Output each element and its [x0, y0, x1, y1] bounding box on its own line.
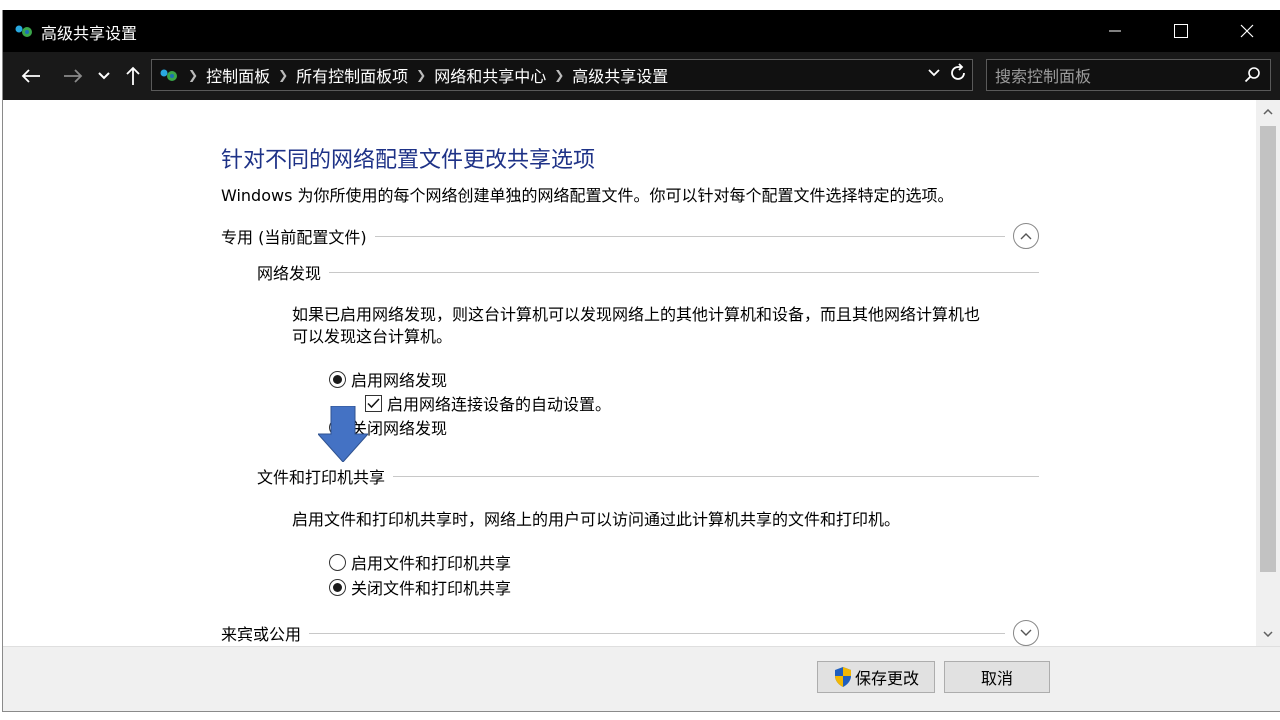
- arrow-up-icon: [126, 66, 140, 85]
- profile-private-label: 专用 (当前配置文件): [221, 228, 367, 247]
- radio-label: 关闭文件和打印机共享: [351, 579, 512, 598]
- divider: [329, 271, 1039, 273]
- radio-selected-dot: [333, 374, 342, 384]
- breadcrumb-separator-icon[interactable]: ❯: [278, 68, 288, 82]
- collapse-private-button[interactable]: [1013, 223, 1039, 249]
- checkbox-label: 启用网络连接设备的自动设置。: [387, 395, 612, 414]
- radio-button[interactable]: [329, 553, 346, 571]
- window-title: 高级共享设置: [41, 24, 138, 43]
- network-location-icon: [160, 69, 177, 81]
- breadcrumb[interactable]: ❯ 控制面板 ❯ 所有控制面板项 ❯ 网络和共享中心 ❯ 高级共享设置: [151, 59, 973, 91]
- radio-file-sharing-off[interactable]: 关闭文件和打印机共享: [329, 575, 511, 599]
- page-title: 针对不同的网络配置文件更改共享选项: [221, 148, 596, 173]
- up-button[interactable]: [121, 62, 145, 90]
- minimize-icon: [1109, 30, 1121, 32]
- breadcrumb-item-control-panel[interactable]: 控制面板: [206, 63, 270, 87]
- arrow-left-icon: [21, 69, 40, 83]
- search-input[interactable]: [987, 60, 1237, 92]
- maximize-button[interactable]: [1148, 10, 1214, 52]
- chevron-up-icon: [1020, 233, 1032, 240]
- refresh-icon[interactable]: [948, 62, 968, 84]
- profile-guest-label: 来宾或公用: [221, 625, 302, 644]
- profile-private-header[interactable]: 专用 (当前配置文件): [221, 223, 1039, 249]
- footer-bar: 保存更改 取消: [3, 646, 1280, 711]
- radio-label: 启用文件和打印机共享: [351, 554, 512, 573]
- search-icon[interactable]: [1244, 66, 1262, 84]
- minimize-button[interactable]: [1082, 10, 1148, 52]
- radio-network-discovery-off[interactable]: 关闭网络发现: [329, 415, 447, 439]
- divider: [309, 632, 1005, 634]
- radio-label: 启用网络发现: [351, 371, 448, 390]
- divider: [393, 475, 1039, 477]
- page-description: Windows 为你所使用的每个网络创建单独的网络配置文件。你可以针对每个配置文…: [221, 186, 954, 205]
- file-printer-sharing-header: 文件和打印机共享: [257, 464, 1039, 488]
- recent-locations-button[interactable]: [95, 62, 113, 90]
- chevron-down-icon: [98, 72, 110, 80]
- network-discovery-header: 网络发现: [257, 260, 1039, 284]
- back-button[interactable]: [17, 62, 45, 90]
- desktop-strip: [0, 0, 1280, 10]
- save-button-label: 保存更改: [854, 669, 919, 688]
- search-box[interactable]: [986, 59, 1271, 92]
- close-icon: [1240, 24, 1254, 38]
- arrow-right-icon: [64, 69, 83, 83]
- breadcrumb-item-network-center[interactable]: 网络和共享中心: [434, 63, 546, 87]
- cancel-button-label: 取消: [980, 669, 1013, 688]
- radio-network-discovery-on[interactable]: 启用网络发现: [329, 367, 447, 391]
- radio-label: 关闭网络发现: [351, 419, 448, 438]
- radio-file-sharing-on[interactable]: 启用文件和打印机共享: [329, 550, 511, 574]
- settings-content: 针对不同的网络配置文件更改共享选项 Windows 为你所使用的每个网络创建单独…: [3, 100, 1255, 646]
- chevron-down-icon: [1263, 631, 1273, 637]
- scrollbar-thumb[interactable]: [1260, 126, 1276, 572]
- breadcrumb-item-all-items[interactable]: 所有控制面板项: [296, 63, 408, 87]
- network-app-icon: [15, 25, 32, 37]
- file-printer-sharing-label: 文件和打印机共享: [257, 468, 386, 487]
- chevron-up-icon: [1263, 109, 1273, 115]
- profile-guest-header[interactable]: 来宾或公用: [221, 620, 1039, 646]
- radio-button[interactable]: [329, 418, 346, 436]
- network-discovery-desc-line1: 如果已启用网络发现，则这台计算机可以发现网络上的其他计算机和设备，而且其他网络计…: [292, 305, 981, 324]
- breadcrumb-separator-icon[interactable]: ❯: [554, 68, 564, 82]
- file-printer-sharing-description: 启用文件和打印机共享时，网络上的用户可以访问通过此计算机共享的文件和打印机。: [292, 510, 901, 529]
- breadcrumb-separator-icon[interactable]: ❯: [416, 68, 426, 82]
- scroll-up-button[interactable]: [1256, 100, 1280, 124]
- breadcrumb-separator-icon[interactable]: ❯: [188, 68, 198, 82]
- cancel-button[interactable]: 取消: [944, 661, 1050, 693]
- expand-guest-button[interactable]: [1013, 620, 1039, 646]
- address-dropdown-icon[interactable]: [926, 65, 942, 81]
- close-button[interactable]: [1214, 10, 1280, 52]
- uac-shield-icon: [834, 667, 851, 687]
- checkmark-icon: [367, 397, 380, 408]
- network-discovery-label: 网络发现: [257, 264, 322, 283]
- maximize-icon: [1174, 24, 1188, 38]
- breadcrumb-item-advanced-sharing[interactable]: 高级共享设置: [572, 63, 668, 87]
- network-discovery-desc-line2: 可以发现这台计算机。: [292, 327, 453, 346]
- radio-button[interactable]: [329, 578, 346, 596]
- save-changes-button[interactable]: 保存更改: [817, 661, 935, 693]
- radio-button[interactable]: [329, 370, 346, 388]
- checkbox-auto-setup[interactable]: 启用网络连接设备的自动设置。: [365, 391, 611, 415]
- window: 高级共享设置 ❯ 控制面板 ❯ 所有控制面板项 ❯ 网络和共享中心 ❯ 高级共享…: [2, 10, 1280, 712]
- network-discovery-description: 如果已启用网络发现，则这台计算机可以发现网络上的其他计算机和设备，而且其他网络计…: [292, 304, 980, 348]
- address-bar: ❯ 控制面板 ❯ 所有控制面板项 ❯ 网络和共享中心 ❯ 高级共享设置: [3, 52, 1280, 100]
- checkbox[interactable]: [365, 394, 382, 412]
- scroll-down-button[interactable]: [1256, 622, 1280, 646]
- divider: [374, 235, 1005, 237]
- vertical-scrollbar[interactable]: [1256, 100, 1280, 646]
- forward-button[interactable]: [59, 62, 87, 90]
- chevron-down-icon: [1020, 629, 1032, 636]
- radio-selected-dot: [333, 582, 342, 592]
- title-bar: 高级共享设置: [3, 10, 1280, 52]
